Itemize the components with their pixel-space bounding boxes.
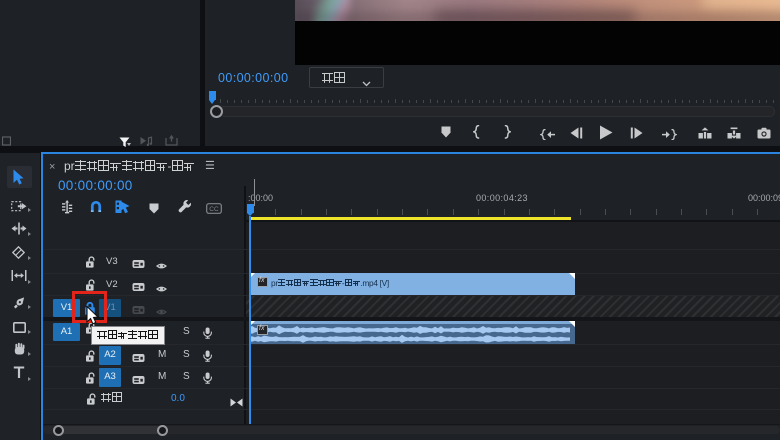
svg-text:CC: CC: [209, 206, 219, 213]
